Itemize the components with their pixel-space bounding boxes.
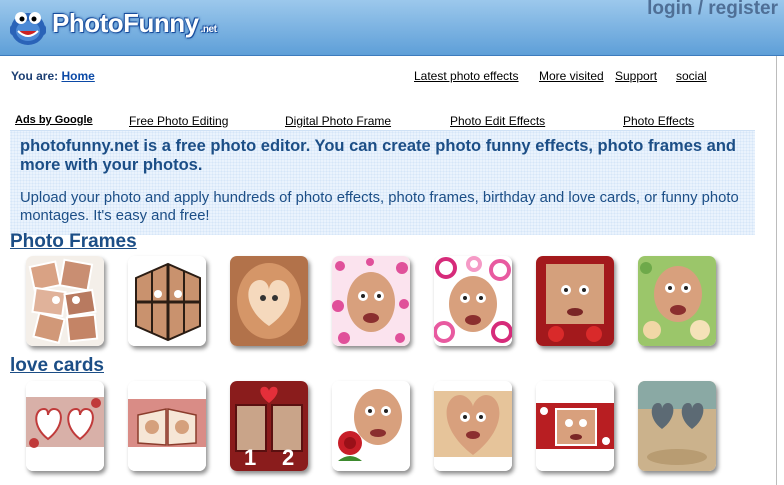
sand-hearts-thumb[interactable]: [638, 381, 716, 471]
circles-frame-thumb[interactable]: [434, 256, 512, 346]
intro-body: Upload your photo and apply hundreds of …: [20, 190, 739, 224]
site-header: PhotoFunny .net login / register: [0, 0, 784, 56]
green-flowers-thumb[interactable]: [638, 256, 716, 346]
red-rose-thumb[interactable]: [332, 381, 410, 471]
section-title-love-cards[interactable]: love cards: [10, 355, 104, 377]
hearts-frame-thumb[interactable]: [332, 256, 410, 346]
mascot-logo-icon[interactable]: [6, 3, 50, 49]
right-divider: [776, 56, 777, 485]
ad-link-digital-photo-frame[interactable]: Digital Photo Frame: [285, 114, 391, 128]
more-visited-link[interactable]: More visited: [539, 69, 604, 83]
snow-hearts-thumb[interactable]: [26, 381, 104, 471]
svg-text:2: 2: [282, 445, 294, 470]
social-link[interactable]: social: [676, 69, 707, 83]
intro-headline: photofunny.net is a free photo editor. Y…: [20, 137, 736, 174]
red-card-thumb[interactable]: [536, 381, 614, 471]
heart-cutout-thumb[interactable]: [434, 381, 512, 471]
ads-row: Ads by Google Free Photo Editing Digital…: [0, 113, 784, 130]
section-title-photo-frames[interactable]: Photo Frames: [10, 231, 137, 253]
heart-hands-thumb[interactable]: [230, 256, 308, 346]
ad-link-photo-edit-effects[interactable]: Photo Edit Effects: [450, 114, 545, 128]
breadcrumb-prefix: You are:: [11, 69, 59, 83]
breadcrumb-bar: You are: Home Latest photo effects More …: [0, 56, 784, 98]
svg-text:1: 1: [244, 445, 256, 470]
login-register-link[interactable]: login / register: [647, 0, 778, 20]
intro-box: photofunny.net is a free photo editor. Y…: [10, 130, 755, 235]
cube-face-thumb[interactable]: [128, 256, 206, 346]
logo-suffix: .net: [200, 24, 217, 35]
breadcrumb-home-link[interactable]: Home: [61, 69, 94, 83]
logo-text: PhotoFunny: [52, 8, 199, 38]
site-logo[interactable]: PhotoFunny .net: [52, 8, 217, 39]
heart-12-thumb[interactable]: 1 2: [230, 381, 308, 471]
puzzle-face-thumb[interactable]: [26, 256, 104, 346]
red-frame-thumb[interactable]: [536, 256, 614, 346]
latest-effects-link[interactable]: Latest photo effects: [414, 69, 519, 83]
ad-link-free-photo-editing[interactable]: Free Photo Editing: [129, 114, 228, 128]
breadcrumb: You are: Home: [11, 69, 95, 83]
heart-book-thumb[interactable]: [128, 381, 206, 471]
ad-link-photo-effects[interactable]: Photo Effects: [623, 114, 694, 128]
ads-by-google-label[interactable]: Ads by Google: [15, 114, 93, 126]
support-link[interactable]: Support: [615, 69, 657, 83]
